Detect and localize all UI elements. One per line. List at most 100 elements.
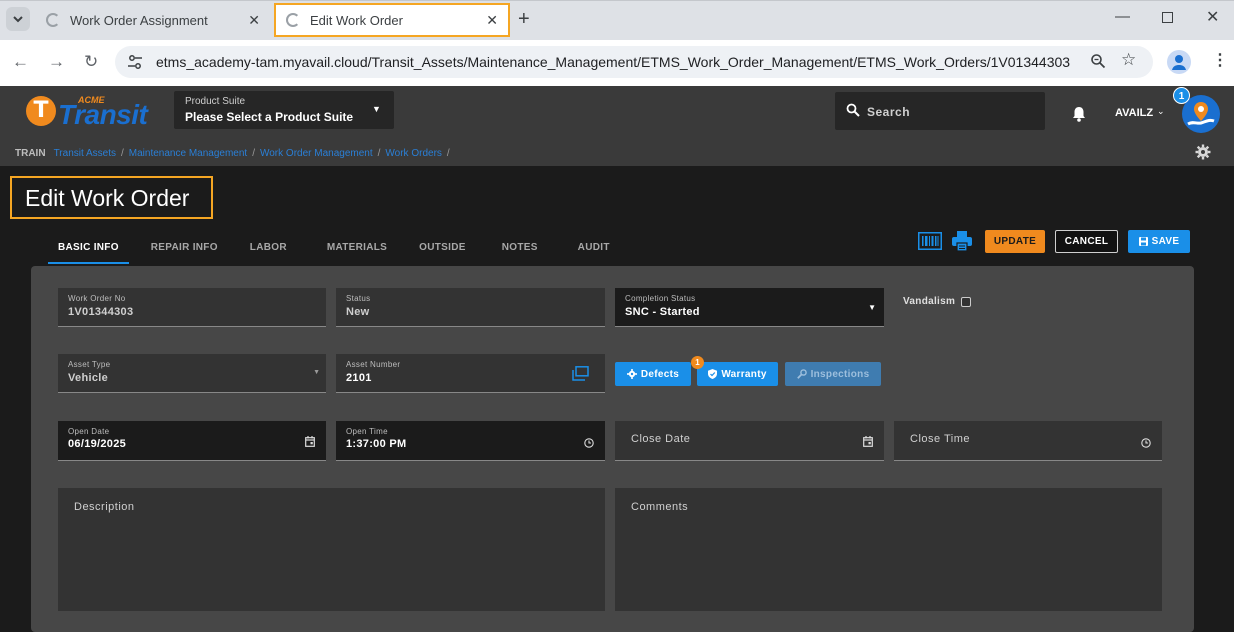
logo-icon: T: [26, 96, 56, 126]
cancel-button[interactable]: CANCEL: [1055, 230, 1118, 253]
breadcrumb-prefix: TRAIN: [15, 148, 46, 159]
breadcrumb: TRAIN Transit Assets / Maintenance Manage…: [15, 148, 450, 159]
tab-basic-info[interactable]: BASIC INFO: [48, 237, 129, 264]
back-button[interactable]: ←: [12, 52, 29, 72]
user-menu[interactable]: AVAILZ: [1115, 107, 1153, 119]
tab-search-button[interactable]: [6, 7, 30, 31]
shield-icon: [708, 369, 718, 379]
breadcrumb-separator: /: [121, 148, 124, 159]
maximize-button[interactable]: [1162, 12, 1173, 23]
notification-badge: 1: [1173, 87, 1190, 104]
field-label: Status: [346, 294, 371, 303]
field-value: 1V01344303: [68, 306, 134, 318]
chevron-down-icon: [13, 15, 23, 22]
browser-tab-edit-work-order[interactable]: Edit Work Order ✕: [274, 3, 510, 37]
tab-audit[interactable]: AUDIT: [568, 237, 620, 264]
site-info-icon[interactable]: [126, 53, 144, 76]
save-icon: [1138, 237, 1148, 246]
loading-favicon-icon: [46, 13, 60, 27]
work-order-no-field: Work Order No 1V01344303: [58, 288, 326, 327]
defects-label: Defects: [640, 368, 680, 380]
warranty-badge: 1: [691, 356, 704, 369]
caret-down-icon: ▼: [868, 303, 876, 312]
description-textarea[interactable]: Description: [58, 488, 605, 611]
save-button[interactable]: SAVE: [1128, 230, 1190, 253]
field-value: 1:37:00 PM: [346, 438, 407, 450]
gear-icon[interactable]: [1195, 144, 1211, 165]
tab-outside[interactable]: OUTSIDE: [409, 237, 476, 264]
cog-icon: [626, 369, 637, 379]
inspections-label: Inspections: [810, 368, 870, 380]
inspections-button: Inspections: [785, 362, 881, 386]
open-date-field[interactable]: Open Date 06/19/2025: [58, 421, 326, 461]
close-icon[interactable]: ✕: [486, 12, 498, 29]
bookmark-star-icon[interactable]: ☆: [1121, 50, 1136, 70]
clock-icon[interactable]: [1141, 435, 1151, 453]
calendar-icon[interactable]: [863, 434, 873, 452]
forward-button[interactable]: →: [48, 52, 65, 72]
close-time-placeholder: Close Time: [910, 433, 971, 445]
warranty-label: Warranty: [721, 368, 767, 380]
description-placeholder: Description: [74, 501, 135, 513]
field-value: New: [346, 306, 370, 318]
asset-type-select: Asset Type Vehicle ▼: [58, 354, 326, 393]
open-time-field[interactable]: Open Time 1:37:00 PM: [336, 421, 605, 461]
chevron-down-icon[interactable]: ⌄: [1157, 106, 1165, 117]
browser-menu-icon[interactable]: ⋮: [1212, 50, 1228, 70]
field-value: SNC - Started: [625, 306, 700, 318]
update-button[interactable]: UPDATE: [985, 230, 1045, 253]
asset-number-field[interactable]: Asset Number 2101: [336, 354, 605, 393]
minimize-button[interactable]: —: [1115, 8, 1130, 25]
barcode-icon[interactable]: [918, 232, 942, 255]
breadcrumb-item-work-orders[interactable]: Work Orders: [385, 148, 442, 159]
breadcrumb-separator: /: [252, 148, 255, 159]
product-suite-label: Product Suite: [185, 96, 246, 107]
tab-title: Edit Work Order: [310, 12, 403, 28]
tab-labor[interactable]: LABOR: [240, 237, 297, 264]
zoom-icon[interactable]: [1090, 53, 1106, 74]
field-label: Asset Number: [346, 360, 401, 369]
calendar-icon[interactable]: [305, 434, 315, 452]
field-label: Asset Type: [68, 360, 111, 369]
completion-status-select[interactable]: Completion Status SNC - Started ▼: [615, 288, 884, 327]
close-date-placeholder: Close Date: [631, 433, 691, 445]
tab-repair-info[interactable]: REPAIR INFO: [141, 237, 228, 264]
loading-favicon-icon: [286, 13, 300, 27]
field-value: 2101: [346, 372, 372, 384]
close-date-field[interactable]: Close Date: [615, 421, 884, 461]
breadcrumb-item-work-order-management[interactable]: Work Order Management: [260, 148, 373, 159]
printer-icon[interactable]: [951, 230, 973, 257]
breadcrumb-item-maintenance-management[interactable]: Maintenance Management: [129, 148, 247, 159]
field-label: Open Time: [346, 427, 388, 436]
tab-notes[interactable]: NOTES: [492, 237, 548, 264]
field-label: Work Order No: [68, 294, 126, 303]
product-suite-value[interactable]: Please Select a Product Suite: [185, 110, 353, 124]
clock-icon[interactable]: [584, 435, 594, 453]
reload-button[interactable]: ↻: [84, 52, 98, 72]
caret-down-icon[interactable]: ▼: [372, 104, 381, 114]
save-label: SAVE: [1151, 236, 1180, 247]
breadcrumb-separator: /: [377, 148, 381, 159]
breadcrumb-item-transit-assets[interactable]: Transit Assets: [54, 148, 116, 159]
caret-down-icon: ▼: [313, 369, 320, 376]
window-close-button[interactable]: ✕: [1206, 7, 1219, 27]
comments-textarea[interactable]: Comments: [615, 488, 1162, 611]
profile-avatar-icon[interactable]: [1167, 50, 1191, 74]
page-title: Edit Work Order: [10, 176, 213, 219]
new-tab-button[interactable]: +: [518, 9, 530, 29]
field-label: Completion Status: [625, 294, 696, 303]
tab-materials[interactable]: MATERIALS: [317, 237, 397, 264]
open-window-icon[interactable]: [572, 366, 589, 386]
close-icon[interactable]: ✕: [248, 12, 260, 29]
close-time-field[interactable]: Close Time: [894, 421, 1162, 461]
bell-icon[interactable]: [1072, 106, 1086, 127]
vandalism-checkbox[interactable]: [961, 296, 972, 307]
warranty-button[interactable]: Warranty: [697, 362, 778, 386]
browser-tab-work-order-assignment[interactable]: Work Order Assignment ✕: [36, 3, 270, 37]
field-value: 06/19/2025: [68, 438, 127, 450]
url-text[interactable]: etms_academy-tam.myavail.cloud/Transit_A…: [156, 54, 1070, 70]
vandalism-checkbox-group[interactable]: Vandalism: [903, 296, 972, 307]
defects-button[interactable]: Defects: [615, 362, 691, 386]
status-field: Status New: [336, 288, 605, 327]
comments-placeholder: Comments: [631, 501, 689, 513]
